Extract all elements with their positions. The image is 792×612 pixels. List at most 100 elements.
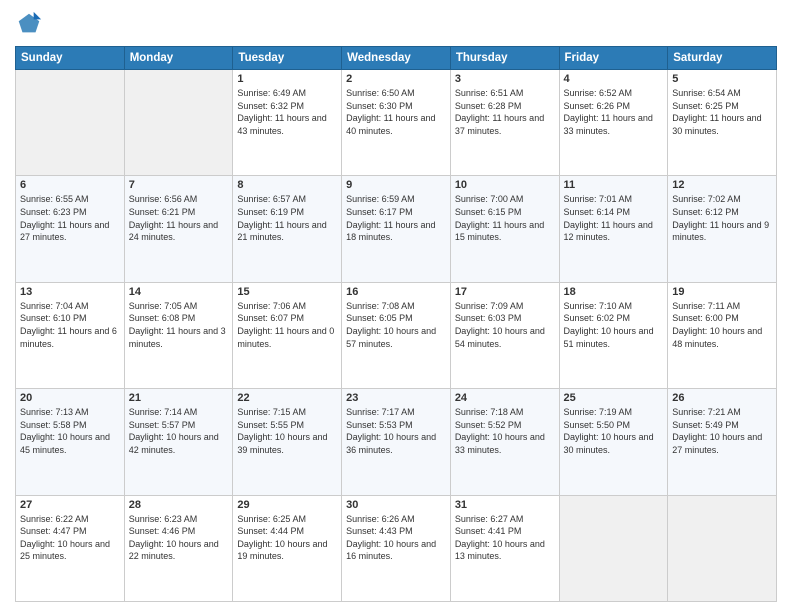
day-number: 3 bbox=[455, 73, 555, 85]
calendar-cell bbox=[668, 495, 777, 601]
day-number: 25 bbox=[564, 392, 664, 404]
day-number: 27 bbox=[20, 499, 120, 511]
calendar-cell bbox=[124, 70, 233, 176]
calendar-cell: 13Sunrise: 7:04 AM Sunset: 6:10 PM Dayli… bbox=[16, 282, 125, 388]
day-number: 26 bbox=[672, 392, 772, 404]
day-number: 11 bbox=[564, 179, 664, 191]
day-info: Sunrise: 7:01 AM Sunset: 6:14 PM Dayligh… bbox=[564, 193, 664, 243]
day-info: Sunrise: 6:59 AM Sunset: 6:17 PM Dayligh… bbox=[346, 193, 446, 243]
calendar-cell: 22 Sunrise: 7:15 AM Sunset: 5:55 PM Dayli… bbox=[233, 389, 342, 495]
day-info: Sunrise: 6:49 AM Sunset: 6:32 PM Dayligh… bbox=[237, 87, 337, 137]
day-info: Sunrise: 7:05 AM Sunset: 6:08 PM Dayligh… bbox=[129, 300, 229, 350]
day-info: Sunrise: 6:27 AM Sunset: 4:41 PM Dayligh… bbox=[455, 513, 555, 563]
day-number: 6 bbox=[20, 179, 120, 191]
day-number: 17 bbox=[455, 286, 555, 298]
calendar-cell: 24Sunrise: 7:18 AM Sunset: 5:52 PM Dayli… bbox=[450, 389, 559, 495]
day-number: 19 bbox=[672, 286, 772, 298]
day-number: 29 bbox=[237, 499, 337, 511]
calendar-cell: 28 Sunrise: 6:23 AM Sunset: 4:46 PM Dayli… bbox=[124, 495, 233, 601]
calendar-cell: 15 Sunrise: 7:06 AM Sunset: 6:07 PM Dayli… bbox=[233, 282, 342, 388]
calendar-cell: 20Sunrise: 7:13 AM Sunset: 5:58 PM Dayli… bbox=[16, 389, 125, 495]
calendar-week-1: 1 Sunrise: 6:49 AM Sunset: 6:32 PM Daylig… bbox=[16, 70, 777, 176]
calendar-table: SundayMondayTuesdayWednesdayThursdayFrid… bbox=[15, 46, 777, 602]
calendar-cell: 17 Sunrise: 7:09 AM Sunset: 6:03 PM Dayli… bbox=[450, 282, 559, 388]
calendar-cell: 2 Sunrise: 6:50 AM Sunset: 6:30 PM Daylig… bbox=[342, 70, 451, 176]
day-number: 16 bbox=[346, 286, 446, 298]
calendar-week-2: 6 Sunrise: 6:55 AM Sunset: 6:23 PM Daylig… bbox=[16, 176, 777, 282]
weekday-header-friday: Friday bbox=[559, 47, 668, 70]
day-info: Sunrise: 6:56 AM Sunset: 6:21 PM Dayligh… bbox=[129, 193, 229, 243]
calendar-header-row: SundayMondayTuesdayWednesdayThursdayFrid… bbox=[16, 47, 777, 70]
day-number: 21 bbox=[129, 392, 229, 404]
calendar-cell: 6 Sunrise: 6:55 AM Sunset: 6:23 PM Daylig… bbox=[16, 176, 125, 282]
weekday-header-thursday: Thursday bbox=[450, 47, 559, 70]
day-info: Sunrise: 7:17 AM Sunset: 5:53 PM Dayligh… bbox=[346, 406, 446, 456]
day-number: 14 bbox=[129, 286, 229, 298]
calendar-cell: 10Sunrise: 7:00 AM Sunset: 6:15 PM Dayli… bbox=[450, 176, 559, 282]
day-number: 9 bbox=[346, 179, 446, 191]
day-number: 2 bbox=[346, 73, 446, 85]
calendar-cell bbox=[16, 70, 125, 176]
day-info: Sunrise: 6:57 AM Sunset: 6:19 PM Dayligh… bbox=[237, 193, 337, 243]
day-number: 28 bbox=[129, 499, 229, 511]
day-info: Sunrise: 6:52 AM Sunset: 6:26 PM Dayligh… bbox=[564, 87, 664, 137]
day-number: 24 bbox=[455, 392, 555, 404]
calendar-cell: 18 Sunrise: 7:10 AM Sunset: 6:02 PM Dayli… bbox=[559, 282, 668, 388]
day-number: 4 bbox=[564, 73, 664, 85]
calendar-cell: 30Sunrise: 6:26 AM Sunset: 4:43 PM Dayli… bbox=[342, 495, 451, 601]
calendar-cell: 31Sunrise: 6:27 AM Sunset: 4:41 PM Dayli… bbox=[450, 495, 559, 601]
calendar-cell: 29 Sunrise: 6:25 AM Sunset: 4:44 PM Dayli… bbox=[233, 495, 342, 601]
calendar-cell: 4 Sunrise: 6:52 AM Sunset: 6:26 PM Daylig… bbox=[559, 70, 668, 176]
day-info: Sunrise: 7:14 AM Sunset: 5:57 PM Dayligh… bbox=[129, 406, 229, 456]
calendar-cell: 27 Sunrise: 6:22 AM Sunset: 4:47 PM Dayli… bbox=[16, 495, 125, 601]
calendar-cell: 8Sunrise: 6:57 AM Sunset: 6:19 PM Daylig… bbox=[233, 176, 342, 282]
weekday-header-monday: Monday bbox=[124, 47, 233, 70]
calendar-cell: 11 Sunrise: 7:01 AM Sunset: 6:14 PM Dayli… bbox=[559, 176, 668, 282]
calendar-week-5: 27 Sunrise: 6:22 AM Sunset: 4:47 PM Dayli… bbox=[16, 495, 777, 601]
calendar-cell: 19 Sunrise: 7:11 AM Sunset: 6:00 PM Dayli… bbox=[668, 282, 777, 388]
header bbox=[15, 10, 777, 38]
weekday-header-wednesday: Wednesday bbox=[342, 47, 451, 70]
day-number: 18 bbox=[564, 286, 664, 298]
day-number: 30 bbox=[346, 499, 446, 511]
weekday-header-tuesday: Tuesday bbox=[233, 47, 342, 70]
day-info: Sunrise: 7:06 AM Sunset: 6:07 PM Dayligh… bbox=[237, 300, 337, 350]
calendar-cell: 5 Sunrise: 6:54 AM Sunset: 6:25 PM Daylig… bbox=[668, 70, 777, 176]
day-info: Sunrise: 7:19 AM Sunset: 5:50 PM Dayligh… bbox=[564, 406, 664, 456]
day-info: Sunrise: 6:22 AM Sunset: 4:47 PM Dayligh… bbox=[20, 513, 120, 563]
calendar-cell: 23 Sunrise: 7:17 AM Sunset: 5:53 PM Dayli… bbox=[342, 389, 451, 495]
day-info: Sunrise: 7:08 AM Sunset: 6:05 PM Dayligh… bbox=[346, 300, 446, 350]
calendar-cell: 16 Sunrise: 7:08 AM Sunset: 6:05 PM Dayli… bbox=[342, 282, 451, 388]
day-info: Sunrise: 7:02 AM Sunset: 6:12 PM Dayligh… bbox=[672, 193, 772, 243]
weekday-header-saturday: Saturday bbox=[668, 47, 777, 70]
day-info: Sunrise: 6:25 AM Sunset: 4:44 PM Dayligh… bbox=[237, 513, 337, 563]
day-number: 1 bbox=[237, 73, 337, 85]
day-number: 15 bbox=[237, 286, 337, 298]
calendar-week-4: 20Sunrise: 7:13 AM Sunset: 5:58 PM Dayli… bbox=[16, 389, 777, 495]
day-info: Sunrise: 7:15 AM Sunset: 5:55 PM Dayligh… bbox=[237, 406, 337, 456]
day-number: 10 bbox=[455, 179, 555, 191]
calendar-cell bbox=[559, 495, 668, 601]
day-number: 7 bbox=[129, 179, 229, 191]
day-info: Sunrise: 7:09 AM Sunset: 6:03 PM Dayligh… bbox=[455, 300, 555, 350]
day-number: 22 bbox=[237, 392, 337, 404]
day-info: Sunrise: 7:13 AM Sunset: 5:58 PM Dayligh… bbox=[20, 406, 120, 456]
calendar-cell: 1 Sunrise: 6:49 AM Sunset: 6:32 PM Daylig… bbox=[233, 70, 342, 176]
weekday-header-sunday: Sunday bbox=[16, 47, 125, 70]
day-info: Sunrise: 6:54 AM Sunset: 6:25 PM Dayligh… bbox=[672, 87, 772, 137]
calendar-cell: 21 Sunrise: 7:14 AM Sunset: 5:57 PM Dayli… bbox=[124, 389, 233, 495]
day-number: 23 bbox=[346, 392, 446, 404]
day-number: 12 bbox=[672, 179, 772, 191]
day-info: Sunrise: 6:50 AM Sunset: 6:30 PM Dayligh… bbox=[346, 87, 446, 137]
calendar-cell: 12 Sunrise: 7:02 AM Sunset: 6:12 PM Dayli… bbox=[668, 176, 777, 282]
logo bbox=[15, 10, 47, 38]
day-info: Sunrise: 6:51 AM Sunset: 6:28 PM Dayligh… bbox=[455, 87, 555, 137]
day-info: Sunrise: 7:21 AM Sunset: 5:49 PM Dayligh… bbox=[672, 406, 772, 456]
day-number: 5 bbox=[672, 73, 772, 85]
calendar-cell: 25 Sunrise: 7:19 AM Sunset: 5:50 PM Dayli… bbox=[559, 389, 668, 495]
calendar-cell: 3 Sunrise: 6:51 AM Sunset: 6:28 PM Daylig… bbox=[450, 70, 559, 176]
day-info: Sunrise: 6:23 AM Sunset: 4:46 PM Dayligh… bbox=[129, 513, 229, 563]
day-info: Sunrise: 7:11 AM Sunset: 6:00 PM Dayligh… bbox=[672, 300, 772, 350]
day-info: Sunrise: 6:55 AM Sunset: 6:23 PM Dayligh… bbox=[20, 193, 120, 243]
day-info: Sunrise: 7:10 AM Sunset: 6:02 PM Dayligh… bbox=[564, 300, 664, 350]
